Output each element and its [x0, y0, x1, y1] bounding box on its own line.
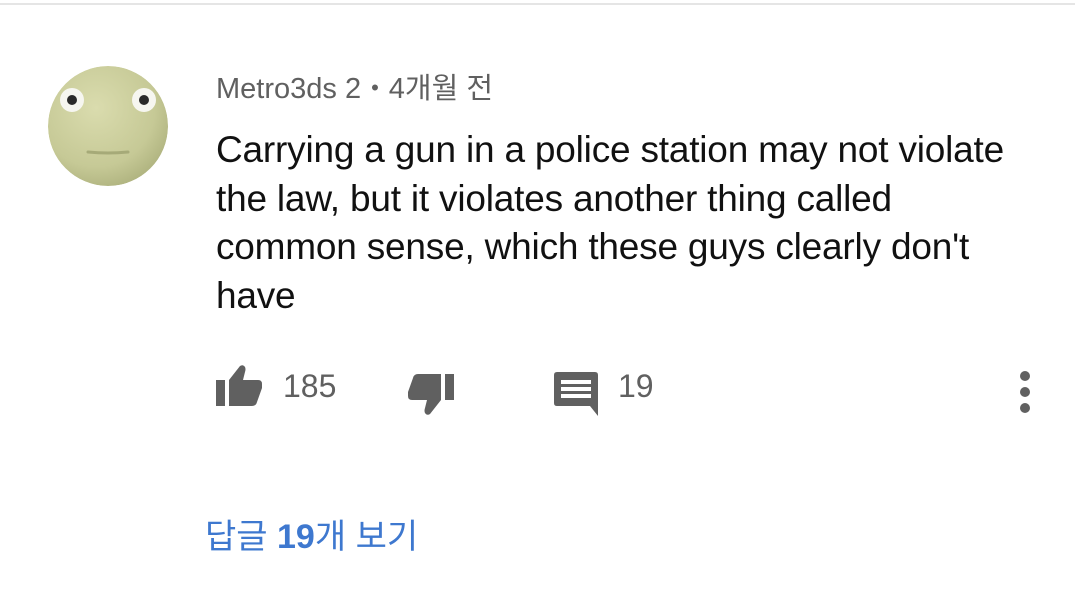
more-options-button[interactable]	[1015, 370, 1035, 419]
thumbs-up-icon	[216, 365, 262, 406]
comment-time: 4개월 전	[388, 73, 494, 105]
comment-actions: 185 19	[0, 360, 1075, 420]
thumbs-down-icon	[408, 374, 454, 415]
like-count: 185	[283, 368, 337, 404]
reply-button[interactable]	[554, 372, 598, 421]
avatar[interactable]	[48, 66, 168, 186]
dislike-button[interactable]	[408, 374, 454, 421]
like-button[interactable]	[216, 364, 262, 411]
reply-count: 19	[618, 368, 654, 404]
comment-meta: Metro3ds 2 • 4개월 전	[216, 68, 493, 109]
meta-separator: •	[371, 75, 379, 100]
comment-text: Carrying a gun in a police station may n…	[216, 129, 1004, 316]
reply-icon	[554, 372, 598, 416]
view-replies-link[interactable]: 답글 19개 보기	[205, 515, 418, 559]
top-divider	[0, 3, 1075, 5]
view-replies-prefix: 답글	[205, 518, 278, 556]
author-name[interactable]: Metro3ds 2	[216, 73, 361, 105]
view-replies-count: 19	[277, 518, 315, 556]
view-replies-suffix: 개 보기	[314, 518, 419, 556]
avatar-face-icon	[48, 66, 168, 186]
more-vert-icon	[1020, 371, 1030, 413]
